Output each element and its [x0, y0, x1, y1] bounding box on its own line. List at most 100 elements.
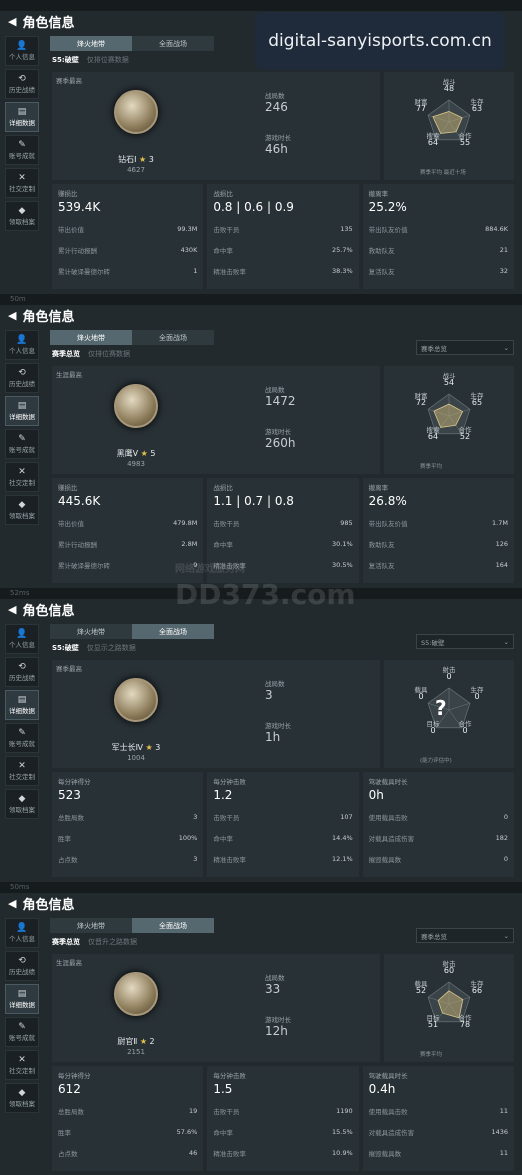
stat-rows: 使用载具击败 11 对载具造成伤害 1436 摧毁载具数 11	[369, 1100, 508, 1163]
sidebar-item-label: 社交定制	[9, 479, 35, 487]
sidebar: 👤 个人信息 ⟲ 历史战绩 ▤ 详细数据 ✎ 账号成就 ✕ 社交定制 ◆ 领取档案	[5, 36, 39, 234]
stat-head: 每分钟得分	[58, 1072, 91, 1080]
sidebar-item-4[interactable]: ✕ 社交定制	[5, 1050, 39, 1080]
stat-value: 1190	[336, 1106, 353, 1115]
tab-0[interactable]: 烽火地带	[50, 36, 132, 51]
sidebar-icon-5: ◆	[18, 1088, 26, 1098]
stat-column-col3: 撤离率 26.8% 带出队友价值 1.7M 救助队友 126 复活队友 164	[362, 478, 514, 583]
back-arrow-icon[interactable]: ◀	[8, 15, 16, 28]
radar-value-top: 60	[443, 966, 455, 975]
sidebar-item-label: 历史战绩	[9, 968, 35, 976]
stat-row: 带出价值 99.3M	[58, 218, 197, 239]
back-arrow-icon[interactable]: ◀	[8, 897, 16, 910]
sidebar-item-5[interactable]: ◆ 领取档案	[5, 1083, 39, 1113]
star-icon: ★	[136, 155, 149, 164]
sidebar-item-3[interactable]: ✎ 账号成就	[5, 723, 39, 753]
tab-1[interactable]: 全面战场	[132, 330, 214, 345]
sidebar-icon-0: 👤	[16, 923, 28, 933]
stat-column-col3: 撤离率 25.2% 带出队友价值 884.6K 救助队友 21 复活队友 32	[362, 184, 514, 289]
tab-1[interactable]: 全面战场	[132, 36, 214, 51]
stat-big-value: 26.8%	[368, 494, 407, 508]
sidebar-item-5[interactable]: ◆ 领取档案	[5, 495, 39, 525]
sidebar-item-2[interactable]: ▤ 详细数据	[5, 102, 39, 132]
stat-value: 12.1%	[332, 854, 353, 863]
sidebar-item-label: 社交定制	[9, 185, 35, 193]
rank-card: 赛季最高 军士长Ⅳ ★ 3 1004	[52, 660, 220, 768]
stat-big-value: 445.6K	[58, 494, 101, 508]
stat-row: 击败干员 985	[213, 512, 352, 533]
sidebar-item-1[interactable]: ⟲ 历史战绩	[5, 69, 39, 99]
sidebar-item-label: 详细数据	[9, 413, 35, 421]
rank-stars: 3	[155, 743, 161, 752]
tab-0[interactable]: 烽火地带	[50, 330, 132, 345]
sidebar-icon-3: ✎	[18, 1022, 26, 1032]
rank-name-row: 钻石Ⅰ ★ 3	[52, 154, 220, 165]
stat-value: 2.8M	[181, 539, 198, 548]
season-row: 赛季总览 仅晋升之路数据	[52, 937, 137, 947]
stat-key: 命中率	[213, 1128, 233, 1137]
sidebar-item-2[interactable]: ▤ 详细数据	[5, 690, 39, 720]
rank-name: 钻石Ⅰ	[118, 155, 137, 164]
stat-big-value: 0.4h	[368, 1082, 396, 1096]
radar-value-bottom-right: 78	[459, 1020, 471, 1029]
stat-key: 击败干员	[213, 519, 240, 528]
stat-big-value: 1.1 | 0.7 | 0.8	[213, 494, 294, 508]
tab-bar: 烽火地带 全面战场	[50, 918, 214, 933]
watermark-banner: digital-sanyisports.com.cn	[255, 12, 505, 70]
tab-0[interactable]: 烽火地带	[50, 624, 132, 639]
back-arrow-icon[interactable]: ◀	[8, 309, 16, 322]
season-dropdown-value: 赛季总览	[421, 932, 447, 941]
sidebar-item-5[interactable]: ◆ 领取档案	[5, 201, 39, 231]
tab-0[interactable]: 烽火地带	[50, 918, 132, 933]
stat-key: 精准击败率	[213, 561, 246, 570]
ranked-only-checkbox[interactable]: 仅排位赛数据	[88, 349, 130, 359]
stat-row: 摧毁载具数 0	[369, 848, 508, 869]
sidebar-item-4[interactable]: ✕ 社交定制	[5, 462, 39, 492]
radar-value-right: 65	[471, 398, 483, 407]
sidebar-item-label: 账号成就	[9, 446, 35, 454]
stat-row: 累计破译曼德尔砖 1	[58, 260, 197, 281]
season-dropdown[interactable]: S5:破壁 ⌄	[416, 634, 514, 649]
season-label[interactable]: S5:破壁	[52, 643, 79, 653]
rank-name: 黑鹰Ⅴ	[116, 449, 139, 458]
stat-row: 击败干员 107	[213, 806, 352, 827]
season-label[interactable]: S5:破壁	[52, 55, 79, 65]
sidebar-item-2[interactable]: ▤ 详细数据	[5, 396, 39, 426]
stat-key: 击败干员	[213, 225, 240, 234]
stat-value: 21	[499, 245, 508, 254]
ranked-only-checkbox[interactable]: 仅晋升之路数据	[88, 937, 137, 947]
sidebar-item-5[interactable]: ◆ 领取档案	[5, 789, 39, 819]
stat-row: 占点数 3	[58, 848, 197, 869]
sidebar-item-1[interactable]: ⟲ 历史战绩	[5, 951, 39, 981]
sidebar-icon-1: ⟲	[18, 368, 26, 378]
rank-name: 尉官Ⅱ	[117, 1037, 138, 1046]
sidebar-item-label: 领取档案	[9, 218, 35, 226]
sidebar-icon-1: ⟲	[18, 74, 26, 84]
sidebar-item-0[interactable]: 👤 个人信息	[5, 330, 39, 360]
sidebar-item-3[interactable]: ✎ 账号成就	[5, 1017, 39, 1047]
season-label[interactable]: 赛季总览	[52, 349, 80, 359]
legend-season-avg: 赛季平均	[420, 1052, 443, 1058]
sidebar-item-0[interactable]: 👤 个人信息	[5, 36, 39, 66]
sidebar-item-0[interactable]: 👤 个人信息	[5, 918, 39, 948]
sidebar-item-2[interactable]: ▤ 详细数据	[5, 984, 39, 1014]
tab-1[interactable]: 全面战场	[132, 624, 214, 639]
sidebar-item-label: 账号成就	[9, 740, 35, 748]
sidebar-item-3[interactable]: ✎ 账号成就	[5, 429, 39, 459]
sidebar-item-1[interactable]: ⟲ 历史战绩	[5, 363, 39, 393]
season-label[interactable]: 赛季总览	[52, 937, 80, 947]
back-arrow-icon[interactable]: ◀	[8, 603, 16, 616]
sidebar-item-4[interactable]: ✕ 社交定制	[5, 168, 39, 198]
sidebar-item-0[interactable]: 👤 个人信息	[5, 624, 39, 654]
season-dropdown[interactable]: 赛季总览 ⌄	[416, 340, 514, 355]
sidebar-item-4[interactable]: ✕ 社交定制	[5, 756, 39, 786]
rank-medal-icon	[114, 384, 158, 428]
stat-rows: 击败干员 1190 命中率 15.5% 精准击败率 10.9%	[213, 1100, 352, 1163]
ranked-only-checkbox[interactable]: 仅显示之路数据	[87, 643, 136, 653]
tab-1[interactable]: 全面战场	[132, 918, 214, 933]
stat-key: 带出队友价值	[368, 519, 408, 528]
sidebar-item-1[interactable]: ⟲ 历史战绩	[5, 657, 39, 687]
ranked-only-checkbox[interactable]: 仅排位赛数据	[87, 55, 129, 65]
sidebar-item-3[interactable]: ✎ 账号成就	[5, 135, 39, 165]
season-dropdown[interactable]: 赛季总览 ⌄	[416, 928, 514, 943]
